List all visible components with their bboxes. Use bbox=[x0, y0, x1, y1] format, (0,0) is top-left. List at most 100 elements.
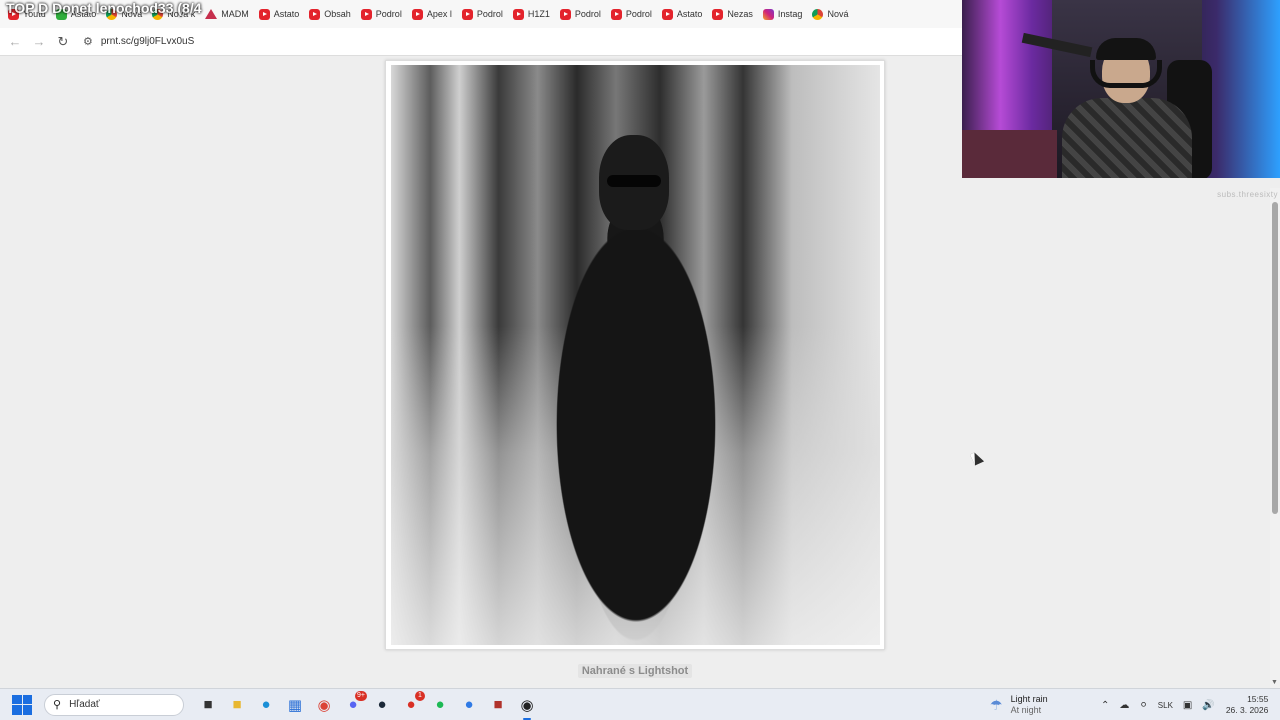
weather-title: Light rain bbox=[1010, 694, 1048, 704]
bookmark-label: Instag bbox=[777, 9, 803, 19]
bookmark-item[interactable]: Astato bbox=[658, 3, 709, 25]
red-app-icon: ● bbox=[406, 696, 416, 713]
bookmark-item[interactable]: Obsah bbox=[305, 3, 357, 25]
bookmark-label: Podrol bbox=[574, 9, 601, 19]
bookmark-label: MADM bbox=[221, 9, 249, 19]
bookmark-label: Astato bbox=[676, 9, 703, 19]
scroll-thumb[interactable] bbox=[1272, 202, 1278, 514]
bookmark-item[interactable]: Youtu bbox=[4, 3, 52, 25]
taskbar-app-file-explorer[interactable]: ■ bbox=[226, 694, 248, 716]
bookmark-item[interactable]: Instag bbox=[759, 3, 809, 25]
url-field[interactable]: ⚙ prnt.sc/g9lj0FLvx0uS bbox=[83, 35, 194, 48]
store-icon: ▦ bbox=[287, 696, 303, 714]
green-app-icon bbox=[55, 8, 67, 20]
weather-subtitle: At night bbox=[1010, 705, 1042, 715]
taskbar-app-steam[interactable]: ● bbox=[371, 694, 393, 716]
bookmark-item[interactable]: Podrol bbox=[357, 3, 408, 25]
chrome-icon bbox=[106, 8, 118, 20]
forward-arrow-icon[interactable]: → bbox=[27, 30, 51, 54]
lightshot-caption: Nahrané s Lightshot bbox=[0, 664, 1270, 678]
site-settings-icon[interactable]: ⚙ bbox=[83, 35, 93, 48]
screenshot-image[interactable] bbox=[391, 65, 880, 645]
streamer-cap bbox=[1096, 38, 1156, 60]
bookmark-item[interactable]: Podrol bbox=[458, 3, 509, 25]
bookmark-item[interactable]: Nezas bbox=[708, 3, 759, 25]
youtube-icon bbox=[559, 8, 571, 20]
search-icon: ⚲ bbox=[53, 699, 62, 711]
taskbar-app-app-red[interactable]: ● 1 bbox=[400, 690, 425, 716]
chevron-up-icon[interactable]: ⌃ bbox=[1101, 700, 1109, 711]
youtube-icon bbox=[8, 8, 19, 20]
youtube-icon bbox=[309, 8, 321, 20]
bookmark-item[interactable]: Apex l bbox=[408, 3, 458, 25]
bookmark-label: Nezas bbox=[727, 9, 753, 19]
webcam-caption: subs.threesixty bbox=[1217, 190, 1278, 199]
volume-icon[interactable]: 🔊 bbox=[1202, 700, 1214, 711]
taskbar-app-game[interactable]: ■ bbox=[487, 694, 509, 716]
bookmark-item[interactable]: H1Z1 bbox=[509, 3, 556, 25]
taskbar: ⚲ Hľadať ■ ■ ● ▦ ◉ ● 9+ ● ● 1 ● ● ■ ◉ ☂ Light rain At… bbox=[0, 688, 1280, 720]
bookmark-item[interactable]: Nová bbox=[102, 3, 148, 25]
chrome-icon: ◉ bbox=[317, 696, 331, 714]
taskbar-app-discord[interactable]: ● 9+ bbox=[342, 690, 367, 716]
madm-icon bbox=[205, 9, 218, 19]
taskbar-apps: ■ ■ ● ▦ ◉ ● 9+ ● ● 1 ● ● ■ ◉ bbox=[190, 690, 538, 720]
back-arrow-icon[interactable]: ← bbox=[3, 30, 27, 54]
bookmark-label: Podrol bbox=[375, 9, 402, 19]
bookmark-label: Nová bbox=[827, 9, 849, 19]
scroll-down-icon[interactable]: ▼ bbox=[1271, 679, 1278, 686]
figure-sunglasses bbox=[607, 175, 661, 187]
folder-icon: ■ bbox=[232, 696, 242, 713]
language-indicator[interactable]: SLK bbox=[1158, 701, 1173, 710]
youtube-icon bbox=[461, 8, 473, 20]
webcam-overlay bbox=[962, 0, 1280, 178]
bookmark-label: Podrol bbox=[625, 9, 652, 19]
screenshot-frame bbox=[385, 60, 885, 650]
chrome-icon bbox=[152, 8, 164, 20]
bookmark-item[interactable]: Astato bbox=[255, 3, 306, 25]
bookmark-label: Nová k bbox=[167, 9, 196, 19]
onedrive-icon[interactable]: ☁ bbox=[1119, 700, 1129, 711]
taskbar-search[interactable]: ⚲ Hľadať bbox=[44, 693, 184, 716]
clock[interactable]: 15:55 26. 3. 2026 bbox=[1226, 694, 1269, 716]
system-tray: ⌃ ☁ ⚪ SLK ▣ 🔊 15:55 26. 3. 2026 bbox=[1096, 689, 1268, 720]
bookmark-label: Astato bbox=[70, 9, 97, 19]
taskbar-app-edge[interactable]: ● bbox=[255, 694, 277, 716]
taskbar-app-app-blue[interactable]: ● bbox=[458, 694, 480, 716]
windows-start-icon[interactable] bbox=[12, 694, 32, 715]
bookmark-label: Youtu bbox=[23, 9, 46, 19]
search-placeholder: Hľadať bbox=[69, 699, 100, 710]
bookmark-item[interactable]: Astato bbox=[52, 3, 103, 25]
bookmark-item[interactable]: Nová bbox=[808, 3, 854, 25]
bookmark-item[interactable]: MADM bbox=[201, 3, 255, 25]
obs-icon: ◉ bbox=[520, 696, 534, 714]
taskbar-app-spotify[interactable]: ● bbox=[429, 694, 451, 716]
address-bar: ← → ↻ ⚙ prnt.sc/g9lj0FLvx0uS bbox=[0, 28, 962, 56]
youtube-icon bbox=[258, 8, 270, 20]
taskbar-app-task-view[interactable]: ■ bbox=[197, 694, 219, 716]
weather-widget[interactable]: ☂ Light rain At night bbox=[990, 689, 1048, 720]
reload-icon[interactable]: ↻ bbox=[51, 30, 75, 54]
chrome-icon bbox=[812, 8, 824, 20]
bookmark-item[interactable]: Nová k bbox=[148, 3, 201, 25]
taskbar-app-obs[interactable]: ◉ bbox=[516, 694, 538, 720]
youtube-icon bbox=[360, 8, 372, 20]
bookmark-label: Obsah bbox=[324, 9, 351, 19]
taskbar-app-chrome[interactable]: ◉ bbox=[313, 694, 335, 716]
bookmark-item[interactable]: Podrol bbox=[556, 3, 607, 25]
steam-icon: ● bbox=[377, 696, 387, 713]
microphone-icon[interactable]: ⚪ bbox=[1139, 700, 1147, 711]
youtube-icon bbox=[512, 8, 524, 20]
page-scrollbar[interactable]: ▼ bbox=[1270, 188, 1280, 688]
url-text: prnt.sc/g9lj0FLvx0uS bbox=[100, 36, 195, 47]
clock-date: 26. 3. 2026 bbox=[1225, 705, 1269, 715]
bookmark-label: Apex l bbox=[426, 9, 452, 19]
display-icon[interactable]: ▣ bbox=[1183, 700, 1192, 711]
bookmark-item[interactable]: Podrol bbox=[607, 3, 658, 25]
youtube-icon bbox=[411, 8, 423, 20]
notification-badge: 1 bbox=[415, 690, 425, 701]
bookmark-label: Nová bbox=[121, 9, 143, 19]
clock-time: 15:55 bbox=[1247, 694, 1269, 704]
caption-text[interactable]: Nahrané s Lightshot bbox=[577, 664, 693, 678]
taskbar-app-store[interactable]: ▦ bbox=[284, 694, 306, 716]
